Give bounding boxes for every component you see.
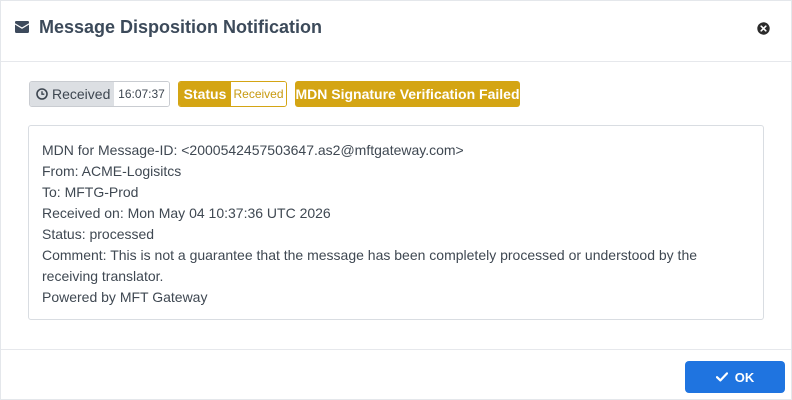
status-line: Status: processed [42,226,155,242]
received-badge: Received 16:07:37 [29,81,170,107]
dialog-footer: OK [1,349,791,400]
received-on-line: Received on: Mon May 04 10:37:36 UTC 202… [42,205,331,221]
mdn-message-content: MDN for Message-ID: <2000542457503647.as… [28,125,764,320]
from-line: From: ACME-Logisitcs [42,163,182,179]
status-badge-value: Received [231,82,286,106]
check-icon [715,372,728,382]
dialog-header: Message Disposition Notification [1,1,791,62]
close-icon[interactable] [757,22,770,35]
status-badge: Status Received [178,81,287,107]
mdn-signature-failed-badge: MDN Signature Verification Failed [295,81,520,107]
status-badge-label: Status [179,82,231,106]
ok-button-label: OK [734,369,755,385]
mdn-dialog: Message Disposition Notification Receive… [0,0,792,400]
message-id-line: MDN for Message-ID: <2000542457503647.as… [42,142,464,158]
clock-icon [36,88,48,100]
powered-by-line: Powered by MFT Gateway [42,289,208,305]
received-time: 16:07:37 [114,82,169,106]
comment-line: Comment: This is not a guarantee that th… [42,247,698,263]
comment-line-continued: receiving translator. [42,268,164,284]
received-label-text: Received [52,86,111,102]
to-line: To: MFTG-Prod [42,184,139,200]
received-badge-label: Received [30,82,114,106]
dialog-title: Message Disposition Notification [39,17,323,37]
envelope-icon [15,21,29,33]
ok-button[interactable]: OK [685,361,785,393]
